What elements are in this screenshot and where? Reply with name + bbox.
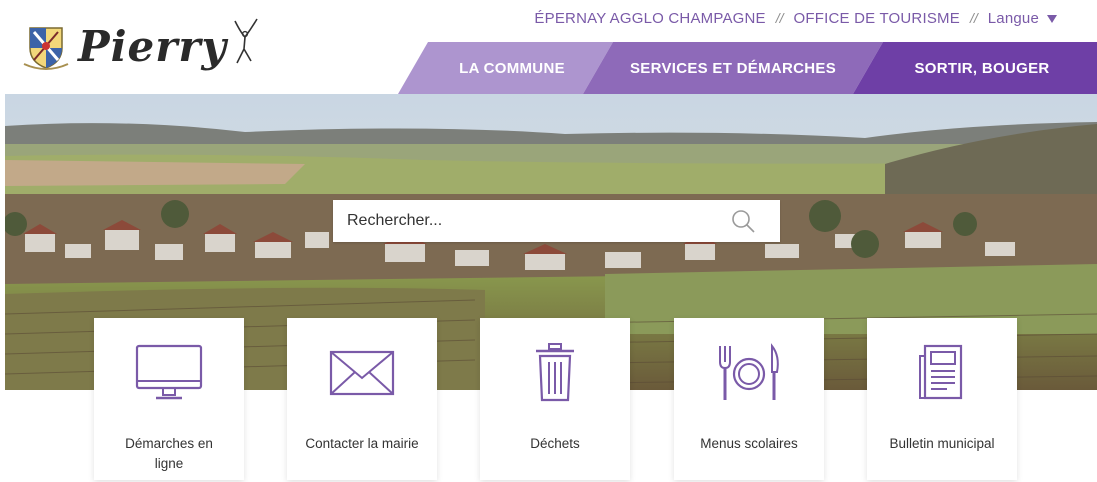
envelope-icon xyxy=(329,350,395,396)
tile-demarches-en-ligne[interactable]: Démarches en ligne xyxy=(94,318,244,480)
tile-label: Menus scolaires xyxy=(700,436,798,451)
monitor-icon xyxy=(135,344,203,400)
logo-text: Pierry xyxy=(78,21,227,71)
tile-label: Bulletin municipal xyxy=(889,436,995,451)
trash-icon xyxy=(536,343,574,402)
coat-of-arms-icon xyxy=(23,27,69,70)
search-box xyxy=(333,200,780,242)
tile-menus-scolaires[interactable]: Menus scolaires xyxy=(674,318,824,480)
search-input[interactable] xyxy=(347,212,730,230)
link-epernay-agglo[interactable]: ÉPERNAY AGGLO CHAMPAGNE xyxy=(534,10,765,27)
tile-label: Contacter la mairie xyxy=(305,436,419,451)
separator: // xyxy=(775,10,784,26)
nav-la-commune[interactable]: LA COMMUNE xyxy=(426,42,598,94)
dancer-icon xyxy=(234,18,258,64)
main-navigation: LA COMMUNE SERVICES ET DÉMARCHES SORTIR,… xyxy=(398,42,1097,94)
nav-services-demarches[interactable]: SERVICES ET DÉMARCHES xyxy=(598,42,868,94)
tile-dechets[interactable]: Déchets xyxy=(480,318,630,480)
tile-label: Déchets xyxy=(530,436,580,451)
language-dropdown[interactable]: Langue xyxy=(988,10,1057,27)
tile-label: Démarches en ligne xyxy=(125,436,213,471)
cutlery-plate-icon xyxy=(719,343,779,400)
search-icon[interactable] xyxy=(730,208,756,234)
nav-sortir-bouger[interactable]: SORTIR, BOUGER xyxy=(876,42,1088,94)
top-utility-bar: ÉPERNAY AGGLO CHAMPAGNE // OFFICE DE TOU… xyxy=(534,0,1097,36)
link-office-tourisme[interactable]: OFFICE DE TOURISME xyxy=(794,10,960,27)
newspaper-icon xyxy=(919,344,963,400)
separator: // xyxy=(969,10,978,26)
tile-contacter-mairie[interactable]: Contacter la mairie xyxy=(287,318,437,480)
language-label: Langue xyxy=(987,9,1039,27)
caret-down-icon xyxy=(1047,15,1057,23)
tile-bulletin-municipal[interactable]: Bulletin municipal xyxy=(867,318,1017,480)
site-logo[interactable]: Pierry xyxy=(20,18,263,72)
